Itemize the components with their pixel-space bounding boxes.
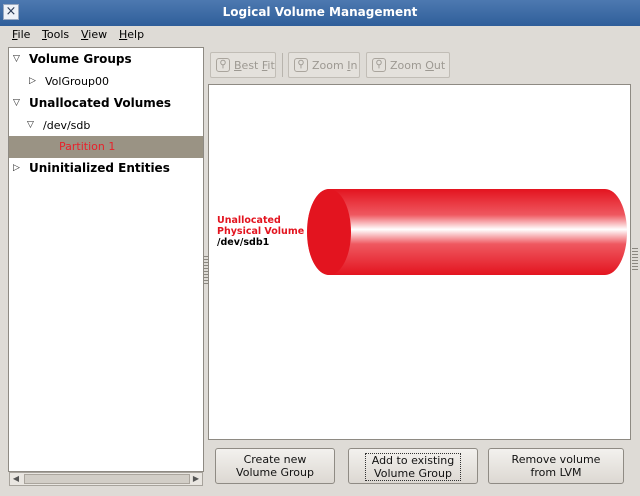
tree-item-label: Unallocated Volumes — [29, 96, 172, 110]
menu-tools[interactable]: Tools — [42, 28, 69, 41]
expander-collapsed-icon[interactable]: ▷ — [13, 163, 20, 173]
scrollbar-thumb[interactable] — [24, 474, 190, 484]
expander-collapsed-icon[interactable]: ▷ — [29, 76, 36, 86]
menu-view-label: iew — [88, 28, 108, 41]
button-line1: Create new — [243, 453, 307, 466]
cylinder-body — [307, 189, 627, 275]
tree-item-label: Uninitialized Entities — [29, 161, 170, 175]
pv-status-label: Unallocated — [217, 215, 281, 226]
tree-item-uninitialized-entities[interactable]: ▷ Uninitialized Entities — [9, 158, 203, 180]
tree-horizontal-scrollbar[interactable]: ◀ ▶ — [9, 472, 203, 486]
tree-item-label: VolGroup00 — [45, 75, 109, 88]
tree-item-unallocated-volumes[interactable]: ▽ Unallocated Volumes — [9, 93, 203, 115]
zoom-in-icon: ⚲ — [294, 58, 308, 72]
menu-help[interactable]: Help — [119, 28, 144, 41]
zoom-out-text2: ut — [433, 59, 446, 72]
expander-expanded-icon[interactable]: ▽ — [27, 120, 34, 130]
best-fit-text: est — [241, 59, 262, 72]
zoom-in-label: Zoom In — [312, 59, 357, 72]
tree-item-label: Volume Groups — [29, 52, 132, 66]
zoom-in-text2: n — [350, 59, 358, 72]
pv-device-label: /dev/sdb1 — [217, 237, 270, 248]
tree-item-partition-1[interactable]: Partition 1 — [9, 136, 203, 158]
menu-file-label: ile — [17, 28, 31, 41]
zoom-out-label: Zoom Out — [390, 59, 445, 72]
lvm-tree[interactable]: ▽ Volume Groups ▷ VolGroup00 ▽ Unallocat… — [8, 47, 204, 472]
zoom-out-icon: ⚲ — [372, 58, 386, 72]
button-line2: Volume Group — [236, 466, 314, 479]
best-fit-button[interactable]: ⚲ Best Fit — [210, 52, 276, 78]
tree-item-volgroup00[interactable]: ▷ VolGroup00 — [9, 71, 203, 93]
volume-canvas[interactable]: Unallocated Physical Volume /dev/sdb1 — [208, 84, 631, 440]
magnifier-icon: ⚲ — [216, 58, 230, 72]
zoom-in-button[interactable]: ⚲ Zoom In — [288, 52, 360, 78]
button-line1: Add to existing — [371, 454, 455, 467]
best-fit-label: Best Fit — [234, 59, 275, 72]
zoom-in-text: Zoom — [312, 59, 348, 72]
scroll-left-icon[interactable]: ◀ — [10, 473, 22, 485]
zoom-out-button[interactable]: ⚲ Zoom Out — [366, 52, 450, 78]
physical-volume-cylinder[interactable] — [305, 187, 635, 287]
create-volume-group-button[interactable]: Create new Volume Group — [215, 448, 335, 484]
add-to-existing-volume-group-button[interactable]: Add to existing Volume Group — [348, 448, 478, 484]
zoom-out-text: Zoom — [390, 59, 426, 72]
window-titlebar[interactable]: × Logical Volume Management — [0, 0, 640, 27]
menu-file[interactable]: File — [12, 28, 30, 41]
tree-item-label: Partition 1 — [59, 140, 116, 153]
tree-item-label: /dev/sdb — [43, 119, 91, 132]
menubar: File Tools View Help — [0, 26, 640, 46]
menu-help-label: elp — [127, 28, 145, 41]
best-fit-text2: it — [267, 59, 275, 72]
window-title: Logical Volume Management — [222, 5, 418, 19]
toolbar-separator — [282, 53, 283, 77]
focus-ring: Add to existing Volume Group — [364, 453, 462, 481]
button-line2: Volume Group — [374, 467, 452, 480]
pane-resize-grip[interactable] — [632, 248, 638, 270]
scroll-right-icon[interactable]: ▶ — [190, 473, 202, 485]
tree-item-dev-sdb[interactable]: ▽ /dev/sdb — [9, 115, 203, 137]
pv-type-label: Physical Volume — [217, 226, 305, 237]
button-line2: from LVM — [530, 466, 582, 479]
tree-item-volume-groups[interactable]: ▽ Volume Groups — [9, 49, 203, 71]
expander-expanded-icon[interactable]: ▽ — [13, 54, 20, 64]
remove-volume-from-lvm-button[interactable]: Remove volume from LVM — [488, 448, 624, 484]
button-line1: Remove volume — [511, 453, 601, 466]
menu-view[interactable]: View — [81, 28, 107, 41]
zoom-out-mnemonic: O — [425, 59, 434, 72]
cylinder-end-cap — [307, 189, 351, 275]
menu-tools-label: ools — [46, 28, 70, 41]
expander-expanded-icon[interactable]: ▽ — [13, 98, 20, 108]
best-fit-mnemonic: B — [234, 59, 242, 72]
